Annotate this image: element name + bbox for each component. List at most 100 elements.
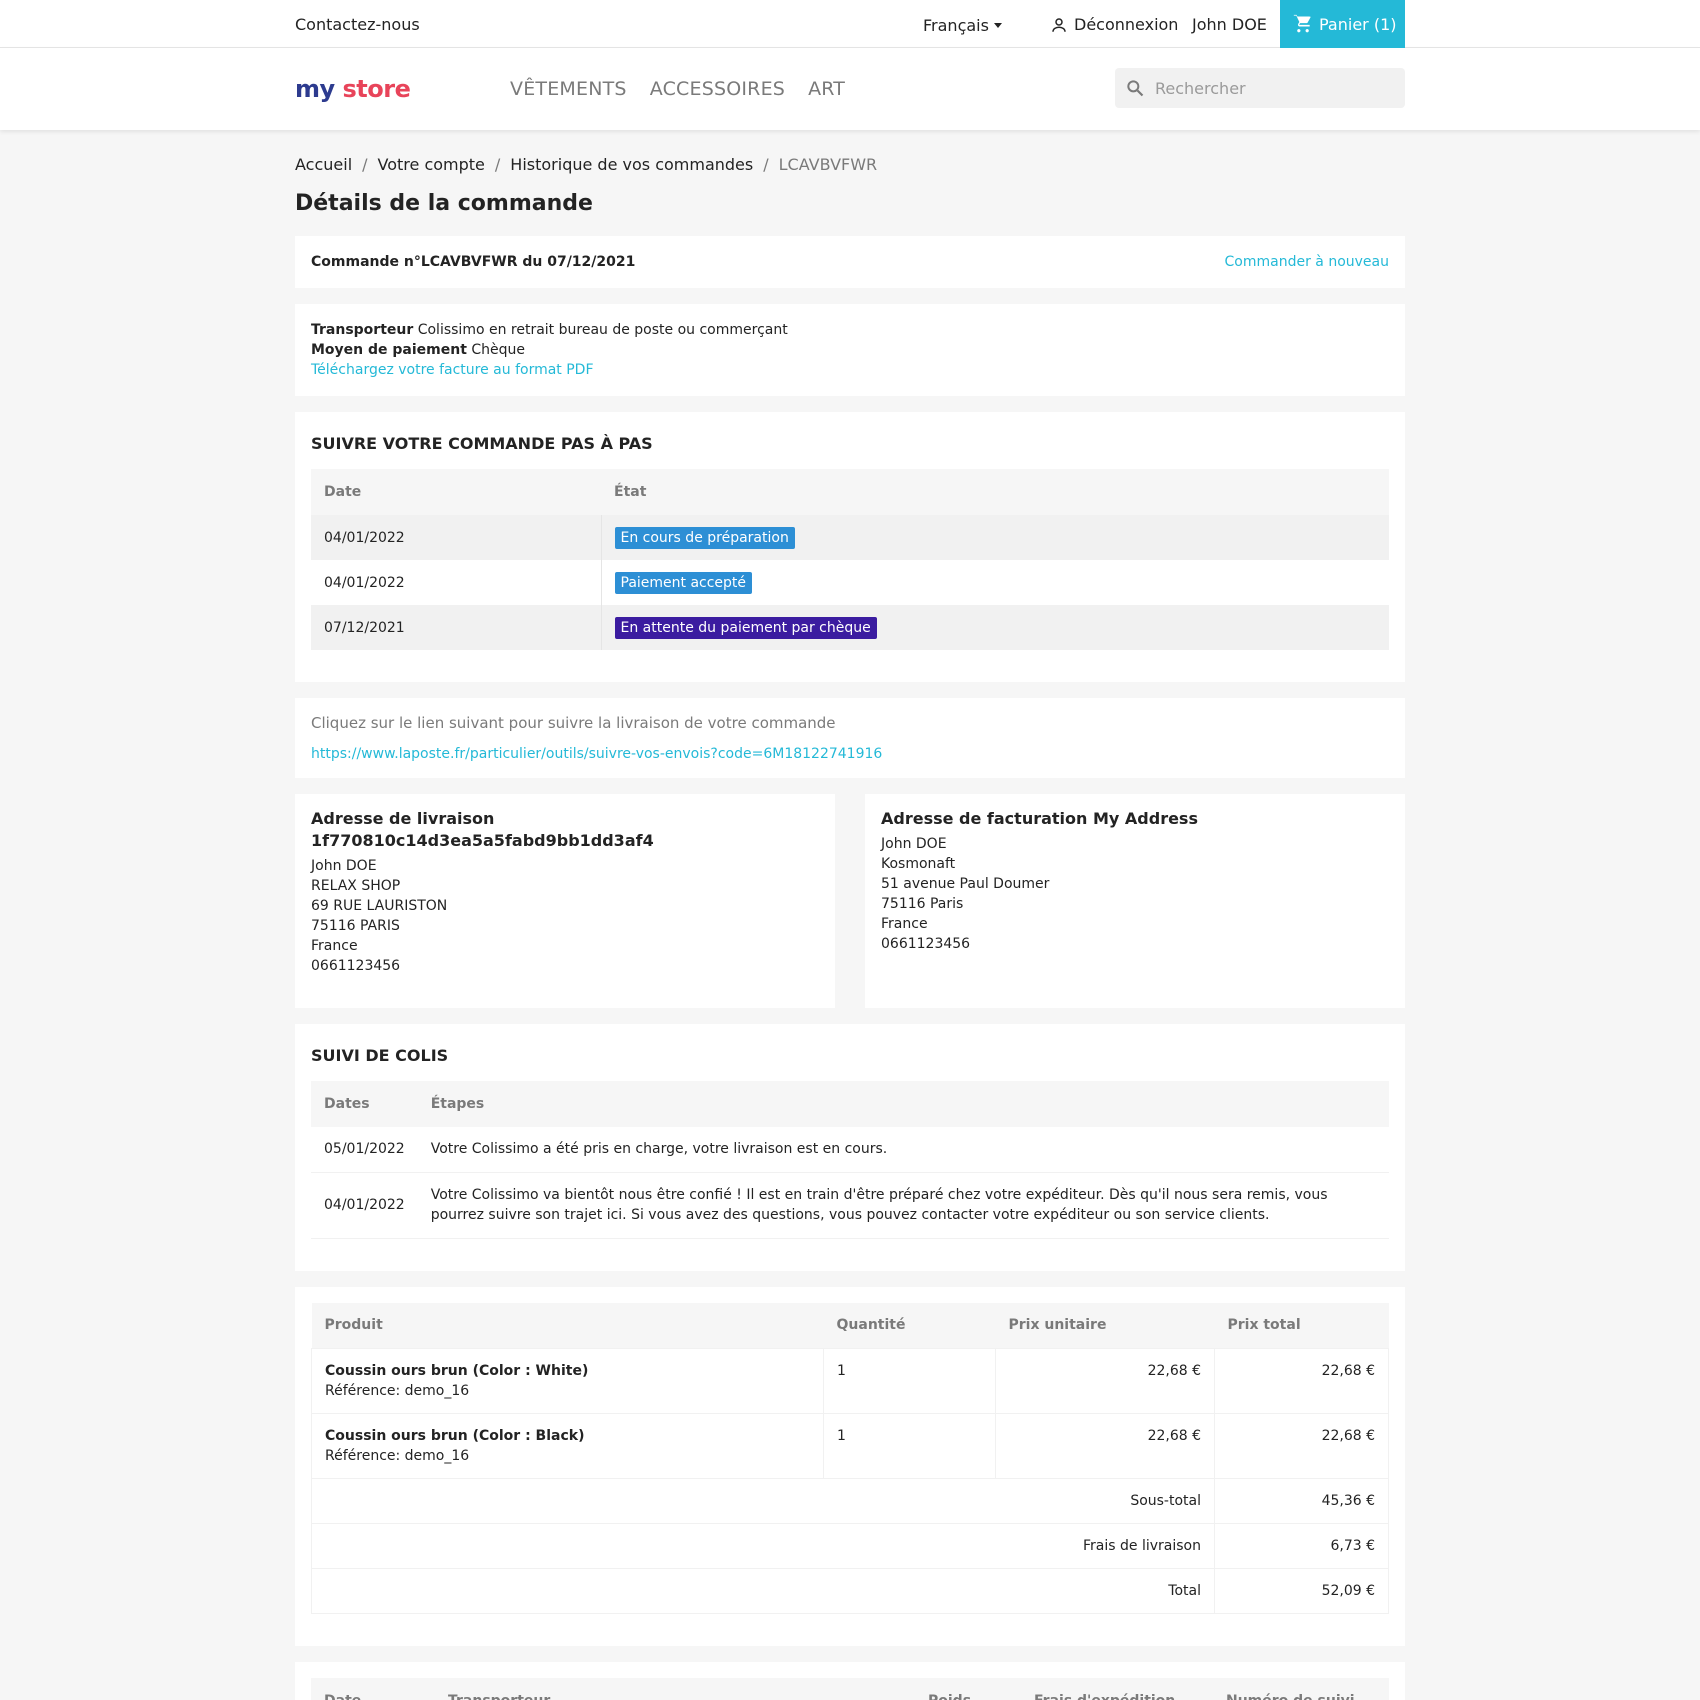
cart-button[interactable]: Panier (1) (1280, 0, 1405, 48)
history-date: 07/12/2021 (311, 605, 602, 650)
product-quantity: 1 (823, 1348, 996, 1414)
language-selector[interactable]: Français (923, 16, 1002, 35)
breadcrumb-home[interactable]: Accueil (295, 155, 352, 175)
history-state-cell: En cours de préparation (601, 515, 1389, 560)
store-logo[interactable]: my store (295, 75, 411, 103)
order-header: Commande n°LCAVBVFWR du 07/12/2021 Comma… (295, 236, 1405, 288)
breadcrumb-current: LCAVBVFWR (778, 155, 878, 174)
tracking-link[interactable]: https://www.laposte.fr/particulier/outil… (311, 746, 882, 762)
table-row: 07/12/2021 En attente du paiement par ch… (311, 605, 1389, 650)
subtotal-label: Sous-total (311, 1478, 1215, 1524)
main-header: my store VÊTEMENTS ACCESSOIRES ART (0, 48, 1700, 130)
search-input[interactable] (1155, 78, 1385, 98)
invoice-pdf-link[interactable]: Téléchargez votre facture au format PDF (311, 362, 594, 378)
subtotal-row: Sous-total 45,36 € (311, 1478, 1389, 1524)
shipping-header-weight: Poids (915, 1678, 1021, 1700)
address-line: 0661123456 (311, 958, 401, 974)
delivery-address-title: Adresse de livraison 1f770810c14d3ea5a5f… (311, 809, 654, 850)
breadcrumb-account[interactable]: Votre compte (378, 155, 485, 175)
contact-link[interactable]: Contactez-nous (295, 15, 420, 34)
products-section: Produit Quantité Prix unitaire Prix tota… (295, 1286, 1405, 1646)
history-header-state: État (601, 469, 1389, 515)
logout-label: Déconnexion (1074, 15, 1179, 34)
shipping-header-carrier: Transporteur (435, 1678, 915, 1700)
parcel-header-dates: Dates (311, 1081, 418, 1127)
product-total-price: 22,68 € (1214, 1413, 1389, 1479)
logo-part-2: store (342, 75, 411, 103)
shipping-section: Date Transporteur Poids Frais d'expéditi… (295, 1662, 1405, 1700)
parcel-title: SUIVI DE COLIS (311, 1046, 449, 1065)
table-row: 04/01/2022 En cours de préparation (311, 515, 1389, 560)
products-header-quantity: Quantité (823, 1302, 996, 1349)
tracking-section: Cliquez sur le lien suivant pour suivre … (295, 698, 1405, 778)
history-date: 04/01/2022 (311, 515, 602, 560)
product-unit-price: 22,68 € (995, 1348, 1215, 1414)
invoice-address-title: Adresse de facturation My Address (881, 809, 1198, 828)
address-line: John DOE (311, 858, 377, 874)
breadcrumb-separator: / (494, 155, 501, 174)
product-reference: Référence: demo_16 (325, 1448, 470, 1464)
payment-label: Moyen de paiement (311, 342, 467, 358)
table-row: Coussin ours brun (Color : Black) Référe… (311, 1413, 1389, 1479)
logo-part-1: my (295, 75, 335, 103)
payment-line: Moyen de paiement Chèque (311, 340, 1389, 360)
parcel-date: 05/01/2022 (311, 1127, 418, 1173)
history-state-cell: En attente du paiement par chèque (601, 605, 1389, 650)
parcel-table: Dates Étapes 05/01/2022 Votre Colissimo … (311, 1081, 1389, 1239)
address-line: France (881, 916, 928, 932)
breadcrumb: Accueil / Votre compte / Historique de v… (295, 155, 1405, 175)
address-line: RELAX SHOP (311, 878, 401, 894)
products-header-product: Produit (311, 1302, 824, 1349)
breadcrumb-separator: / (362, 155, 368, 174)
shipping-label: Frais de livraison (311, 1523, 1215, 1569)
address-line: 51 avenue Paul Doumer (881, 876, 1050, 892)
status-badge: En attente du paiement par chèque (614, 616, 877, 639)
parcel-step: Votre Colissimo va bientôt nous être con… (417, 1172, 1389, 1239)
shipping-header-tracking-number: Numéro de suivi (1213, 1678, 1389, 1700)
status-badge: Paiement accepté (614, 571, 753, 594)
product-total-price: 22,68 € (1214, 1348, 1389, 1414)
shipping-value: 6,73 € (1214, 1523, 1389, 1569)
menu-item-accessories[interactable]: ACCESSOIRES (650, 78, 785, 100)
page-content: Accueil / Votre compte / Historique de v… (295, 155, 1405, 1700)
table-row: Coussin ours brun (Color : White) Référe… (311, 1348, 1389, 1414)
address-line: 75116 PARIS (311, 918, 400, 934)
product-name: Coussin ours brun (Color : Black) (325, 1428, 585, 1444)
search-icon[interactable] (1125, 78, 1145, 98)
caret-down-icon (993, 23, 1002, 28)
products-table: Produit Quantité Prix unitaire Prix tota… (311, 1302, 1389, 1614)
invoice-address: Adresse de facturation My Address John D… (865, 794, 1405, 1008)
order-history-section: SUIVRE VOTRE COMMANDE PAS À PAS Date Éta… (295, 412, 1405, 682)
address-line: 75116 Paris (881, 896, 964, 912)
carrier-line: Transporteur Colissimo en retrait bureau… (311, 320, 1389, 340)
product-reference: Référence: demo_16 (325, 1383, 470, 1399)
product-name: Coussin ours brun (Color : White) (325, 1363, 589, 1379)
history-table: Date État 04/01/2022 En cours de prépara… (311, 469, 1389, 650)
cart-label: Panier (1) (1319, 14, 1397, 34)
user-icon (1052, 17, 1066, 32)
main-menu: VÊTEMENTS ACCESSOIRES ART (510, 78, 868, 100)
menu-item-art[interactable]: ART (808, 78, 845, 100)
address-line: France (311, 938, 358, 954)
subtotal-value: 45,36 € (1214, 1478, 1389, 1524)
status-badge: En cours de préparation (614, 526, 795, 549)
account-link[interactable]: John DOE (1192, 15, 1267, 34)
products-header-total-price: Prix total (1214, 1302, 1389, 1349)
cart-icon (1293, 14, 1311, 33)
total-label: Total (311, 1568, 1215, 1614)
history-title: SUIVRE VOTRE COMMANDE PAS À PAS (311, 434, 653, 453)
logout-link[interactable]: Déconnexion (1050, 15, 1178, 34)
table-row: 04/01/2022 Paiement accepté (311, 560, 1389, 605)
order-reference: Commande n°LCAVBVFWR du 07/12/2021 (311, 254, 636, 270)
breadcrumb-order-history[interactable]: Historique de vos commandes (510, 155, 753, 175)
menu-item-clothes[interactable]: VÊTEMENTS (510, 78, 627, 100)
search-box (1115, 68, 1405, 108)
history-date: 04/01/2022 (311, 560, 602, 605)
parcel-header-steps: Étapes (417, 1081, 1389, 1127)
product-cell: Coussin ours brun (Color : Black) Référe… (311, 1413, 824, 1479)
carrier-value: Colissimo en retrait bureau de poste ou … (417, 322, 788, 338)
order-infos: Transporteur Colissimo en retrait bureau… (295, 304, 1405, 396)
reorder-link[interactable]: Commander à nouveau (1225, 254, 1389, 270)
delivery-address: Adresse de livraison 1f770810c14d3ea5a5f… (295, 794, 835, 1008)
table-row: 05/01/2022 Votre Colissimo a été pris en… (311, 1127, 1389, 1173)
